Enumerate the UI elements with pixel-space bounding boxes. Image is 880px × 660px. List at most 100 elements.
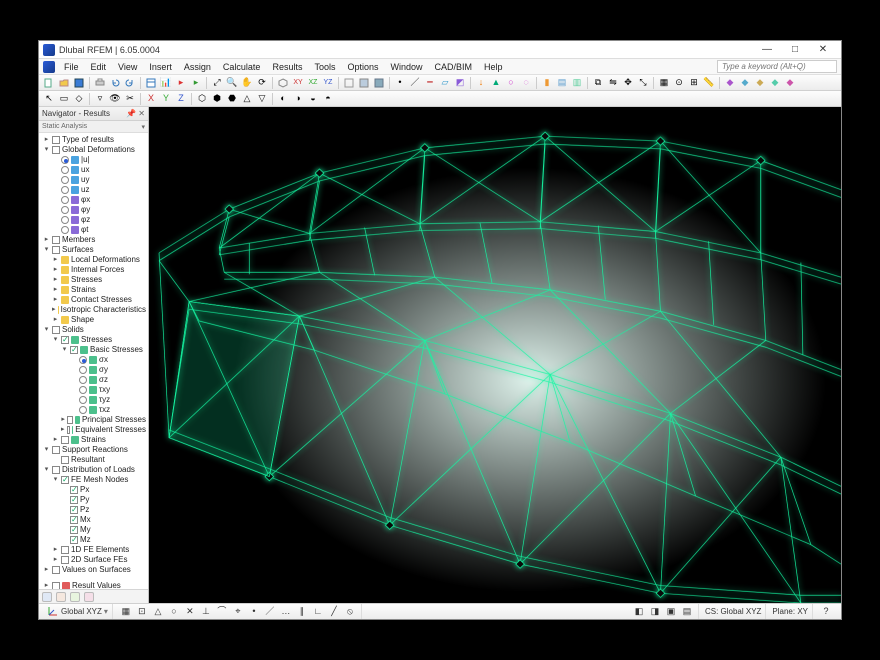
axis-z-icon[interactable]: Z	[174, 92, 188, 106]
tree-item-support-reactions[interactable]: Support Reactions	[62, 445, 128, 455]
measure-icon[interactable]: 📏	[702, 76, 716, 90]
load-icon[interactable]: ↓	[474, 76, 488, 90]
checkbox[interactable]	[61, 546, 69, 554]
tree-item-distribution[interactable]: Distribution of Loads	[62, 465, 135, 475]
pan-icon[interactable]: ✋	[240, 76, 254, 90]
maximize-button[interactable]: □	[781, 43, 809, 57]
ucs-section[interactable]: Global XYZ ▾	[43, 604, 113, 619]
tree-leaf[interactable]: σy	[99, 365, 108, 375]
tool-2d-icon[interactable]: △	[240, 92, 254, 106]
tree-leaf[interactable]: φz	[81, 215, 90, 225]
radio[interactable]	[79, 376, 87, 384]
copy-icon[interactable]: ⧉	[591, 76, 605, 90]
radio[interactable]	[79, 386, 87, 394]
snap-grid-icon[interactable]: ▦	[119, 605, 133, 619]
print-icon[interactable]	[93, 76, 107, 90]
tool-2c-icon[interactable]: ⬣	[225, 92, 239, 106]
checkbox[interactable]	[67, 416, 73, 424]
tree-leaf[interactable]: φt	[81, 225, 88, 235]
tree-item-result-values[interactable]: Result Values	[72, 581, 121, 589]
radio[interactable]	[61, 216, 69, 224]
tree-leaf[interactable]: Pz	[80, 505, 89, 515]
view-xy-icon[interactable]: XY	[291, 76, 305, 90]
viewport-3d[interactable]	[149, 107, 841, 603]
radio[interactable]	[79, 406, 87, 414]
select-poly-icon[interactable]: ◇	[72, 92, 86, 106]
surface-icon[interactable]: ▱	[438, 76, 452, 90]
save-icon[interactable]	[72, 76, 86, 90]
rotate-icon[interactable]: ⟳	[255, 76, 269, 90]
tree-leaf[interactable]: Py	[80, 495, 89, 505]
checkbox[interactable]	[52, 326, 60, 334]
tree-leaf[interactable]: Stresses	[71, 275, 102, 285]
expander-icon[interactable]: ▾	[43, 445, 50, 455]
move-icon[interactable]: ✥	[621, 76, 635, 90]
checkbox[interactable]	[70, 516, 78, 524]
thickness-icon[interactable]: ▥	[570, 76, 584, 90]
new-file-icon[interactable]	[42, 76, 56, 90]
snap-icon[interactable]: ⊙	[672, 76, 686, 90]
ortho-icon[interactable]: ⊞	[687, 76, 701, 90]
tool-4-icon[interactable]: ◆	[768, 76, 782, 90]
snap-off-icon[interactable]: ⦸	[343, 605, 357, 619]
navigator-analysis-type[interactable]: Static Analysis ▾	[39, 121, 148, 133]
axis-x-icon[interactable]: X	[144, 92, 158, 106]
menu-insert[interactable]: Insert	[144, 61, 177, 73]
radio[interactable]	[61, 156, 69, 164]
material-icon[interactable]: ▤	[555, 76, 569, 90]
tree-item-stresses[interactable]: Stresses	[81, 335, 112, 345]
filter-icon[interactable]: ▿	[93, 92, 107, 106]
radio[interactable]	[61, 226, 69, 234]
render-wire-icon[interactable]	[342, 76, 356, 90]
radio[interactable]	[61, 166, 69, 174]
snap-end-icon[interactable]: ⊡	[135, 605, 149, 619]
view-xz-icon[interactable]: XZ	[306, 76, 320, 90]
radio[interactable]	[61, 176, 69, 184]
open-file-icon[interactable]	[57, 76, 71, 90]
calculate-icon[interactable]	[144, 76, 158, 90]
tree-leaf[interactable]: uy	[81, 175, 89, 185]
line-icon[interactable]: ／	[408, 76, 422, 90]
tree-leaf[interactable]: Resultant	[71, 455, 105, 465]
menu-view[interactable]: View	[113, 61, 142, 73]
tool-2a-icon[interactable]: ⬡	[195, 92, 209, 106]
tree-leaf[interactable]: Mx	[80, 515, 91, 525]
snap-near-icon[interactable]: ⌖	[231, 605, 245, 619]
checkbox[interactable]	[61, 556, 69, 564]
tree-item-types[interactable]: Type of results	[62, 135, 114, 145]
tree-leaf[interactable]: My	[80, 525, 91, 535]
view-iso-icon[interactable]	[276, 76, 290, 90]
tree-item-solids[interactable]: Solids	[62, 325, 84, 335]
checkbox[interactable]	[70, 506, 78, 514]
radio[interactable]	[79, 396, 87, 404]
checkbox[interactable]	[52, 582, 60, 589]
scale-icon[interactable]: ⤡	[636, 76, 650, 90]
snap-mid-icon[interactable]: △	[151, 605, 165, 619]
tree-leaf[interactable]: Internal Forces	[71, 265, 124, 275]
tree-leaf[interactable]: Px	[80, 485, 89, 495]
tool-1-icon[interactable]: ◆	[723, 76, 737, 90]
expander-icon[interactable]: ▸	[43, 235, 50, 245]
tree-leaf[interactable]: 2D Surface FEs	[71, 555, 127, 565]
tool-2b-icon[interactable]: ⬢	[210, 92, 224, 106]
release-icon[interactable]: ◌	[519, 76, 533, 90]
results-icon[interactable]: 📊	[159, 76, 173, 90]
checkbox[interactable]	[61, 456, 69, 464]
menu-options[interactable]: Options	[342, 61, 383, 73]
tree-leaf[interactable]: τyz	[99, 395, 110, 405]
checkbox[interactable]	[52, 566, 60, 574]
tree-leaf[interactable]: Isotropic Characteristics	[61, 305, 146, 315]
grid-icon[interactable]: ▦	[657, 76, 671, 90]
checkbox[interactable]	[52, 246, 60, 254]
undo-icon[interactable]	[108, 76, 122, 90]
tree-item-members[interactable]: Members	[62, 235, 95, 245]
clip-icon[interactable]: ✂	[123, 92, 137, 106]
expander-icon[interactable]: ▸	[43, 135, 50, 145]
tree-leaf[interactable]: ux	[81, 165, 89, 175]
close-button[interactable]: ✕	[809, 43, 837, 57]
tool-a-icon[interactable]: ▸	[174, 76, 188, 90]
tool-2g-icon[interactable]: ◑	[291, 92, 305, 106]
checkbox[interactable]	[61, 436, 69, 444]
checkbox[interactable]	[61, 336, 69, 344]
tree-leaf[interactable]: σx	[99, 355, 108, 365]
